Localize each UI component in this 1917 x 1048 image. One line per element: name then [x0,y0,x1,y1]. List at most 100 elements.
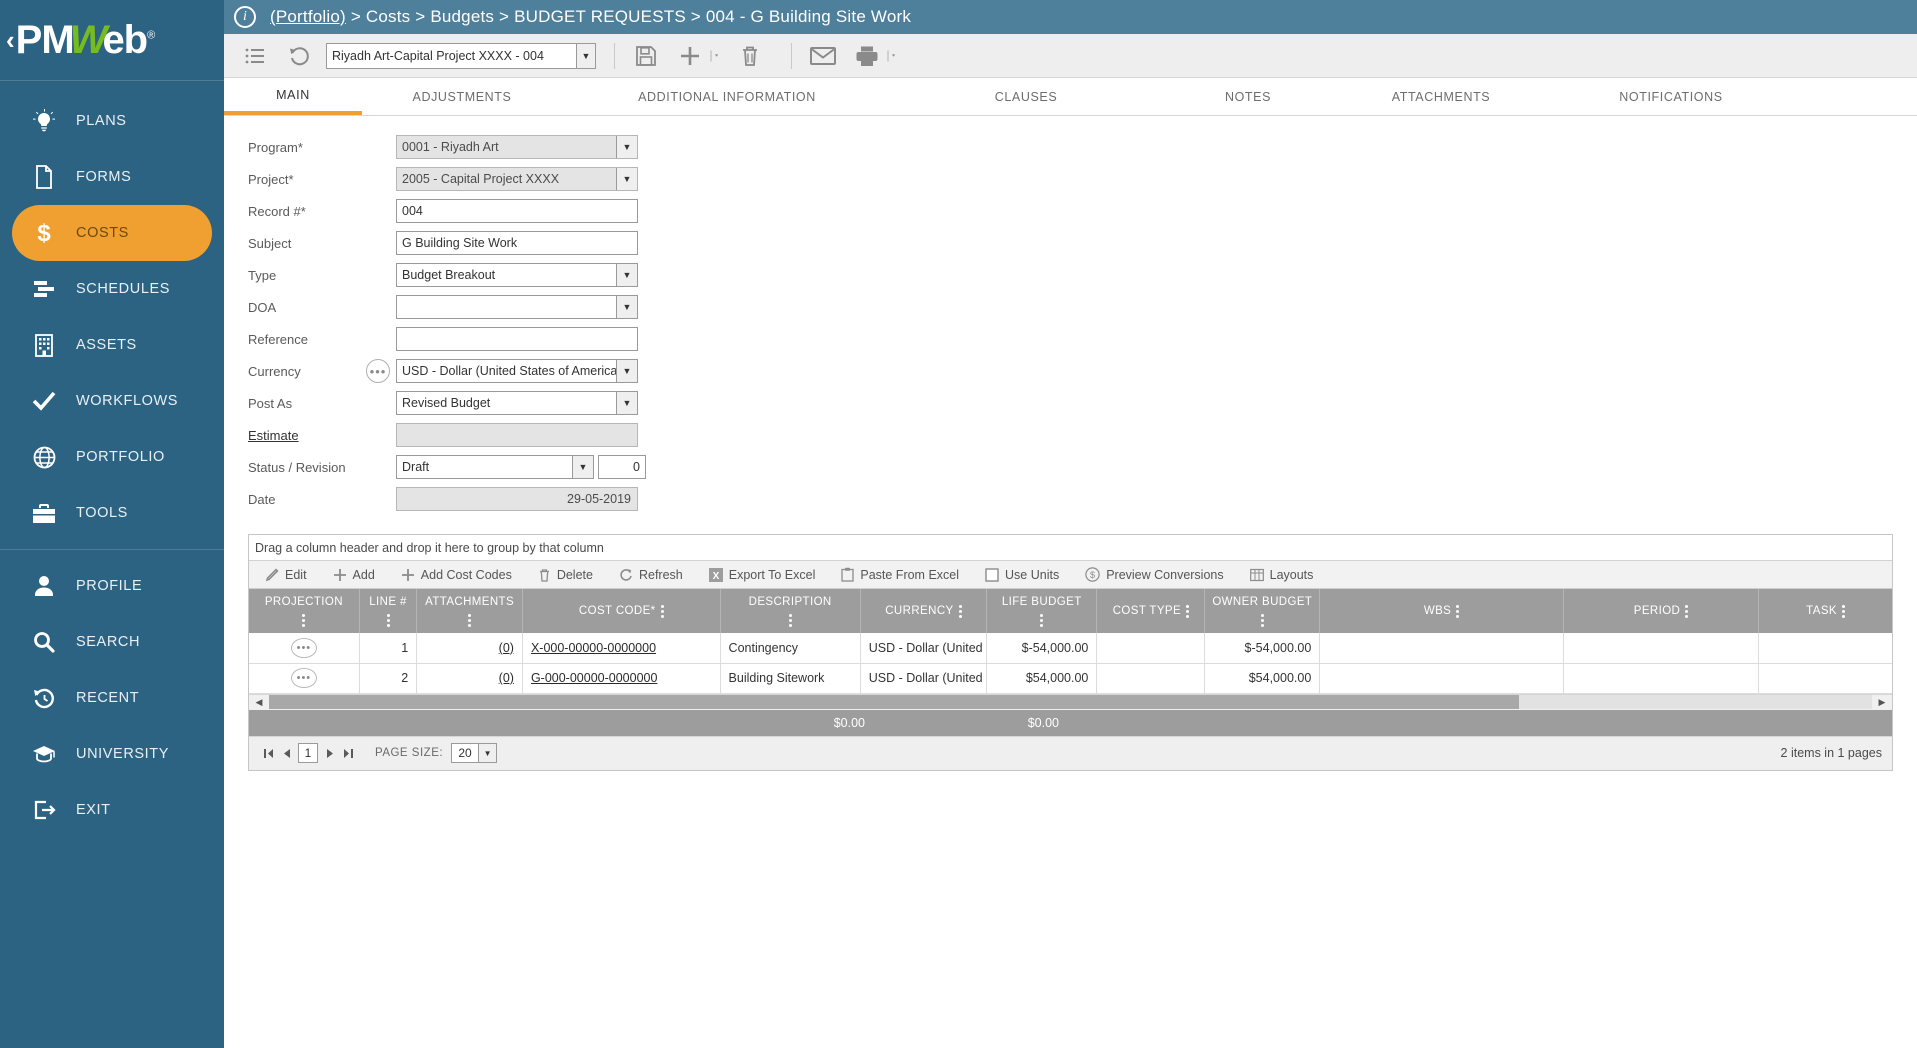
tab-additional-information[interactable]: ADDITIONAL INFORMATION [562,78,892,115]
envelope-icon[interactable] [806,39,840,73]
grid-edit-button[interactable]: Edit [265,568,307,582]
cell-cost-code[interactable]: G-000-00000-0000000 [522,663,720,693]
cell-projection[interactable]: ••• [249,663,359,693]
sidebar-item-workflows[interactable]: WORKFLOWS [12,373,212,429]
breadcrumb-part[interactable]: Budgets [430,7,494,26]
grid-layouts-button[interactable]: Layouts [1250,568,1314,582]
currency-select[interactable]: USD - Dollar (United States of America) … [396,359,638,383]
column-header-projection[interactable]: PROJECTION [249,589,359,633]
grid-add-button[interactable]: Add [333,568,375,582]
projection-menu-button[interactable]: ••• [291,638,317,658]
reference-input[interactable] [396,327,638,351]
revision-input[interactable]: 0 [598,455,646,479]
column-menu-icon[interactable] [1842,605,1845,618]
tab-clauses[interactable]: CLAUSES [892,78,1160,115]
column-menu-icon[interactable] [468,614,471,627]
column-menu-icon[interactable] [789,614,792,627]
grid-delete-button[interactable]: Delete [538,568,593,582]
tab-adjustments[interactable]: ADJUSTMENTS [362,78,562,115]
trash-icon[interactable] [733,39,767,73]
column-header-period[interactable]: PERIOD [1563,589,1758,633]
breadcrumb-root-link[interactable]: (Portfolio) [270,7,346,26]
status-select[interactable]: Draft ▼ [396,455,594,479]
currency-picker-button[interactable]: ••• [366,359,390,383]
add-dropdown-caret-icon[interactable] [707,46,723,66]
column-menu-icon[interactable] [1186,605,1189,618]
grid-paste-excel-button[interactable]: Paste From Excel [841,567,959,582]
column-header-cost-code[interactable]: COST CODE* [522,589,720,633]
date-input[interactable]: 29-05-2019 [396,487,638,511]
cost-code-link[interactable]: X-000-00000-0000000 [531,641,656,655]
column-header-currency[interactable]: CURRENCY [860,589,986,633]
column-header-wbs[interactable]: WBS [1320,589,1564,633]
page-number-button[interactable]: 1 [298,743,318,763]
table-row[interactable]: ••• 2 (0) G-000-00000-0000000 Building S… [249,663,1892,693]
sidebar-item-assets[interactable]: ASSETS [12,317,212,373]
project-select[interactable]: 2005 - Capital Project XXXX ▼ [396,167,638,191]
app-logo[interactable]: ‹ PMWeb® [0,0,224,80]
type-select[interactable]: Budget Breakout ▼ [396,263,638,287]
cell-projection[interactable]: ••• [249,633,359,663]
chevron-down-icon[interactable]: ▼ [572,456,593,478]
scrollbar-track[interactable] [269,695,1872,709]
cell-attachments[interactable]: (0) [417,633,523,663]
sidebar-item-tools[interactable]: TOOLS [12,485,212,541]
record-select[interactable]: Riyadh Art-Capital Project XXXX - 004 ▼ [326,43,596,69]
attachments-link[interactable]: (0) [499,641,514,655]
cell-cost-code[interactable]: X-000-00000-0000000 [522,633,720,663]
estimate-input[interactable] [396,423,638,447]
chevron-down-icon[interactable]: ▼ [616,168,637,190]
sidebar-item-recent[interactable]: RECENT [12,670,212,726]
scrollbar-thumb[interactable] [269,695,1519,709]
grid-use-units-checkbox[interactable]: Use Units [985,568,1059,582]
attachments-link[interactable]: (0) [499,671,514,685]
sidebar-item-plans[interactable]: PLANS [12,93,212,149]
previous-page-icon[interactable] [277,744,295,762]
sidebar-item-search[interactable]: SEARCH [12,614,212,670]
sidebar-item-university[interactable]: UNIVERSITY [12,726,212,782]
column-menu-icon[interactable] [387,614,390,627]
save-icon[interactable] [629,39,663,73]
column-menu-icon[interactable] [1685,605,1688,618]
info-icon[interactable]: i [234,6,256,28]
chevron-down-icon[interactable]: ▼ [479,743,497,763]
next-page-icon[interactable] [321,744,339,762]
chevron-down-icon[interactable]: ▼ [616,136,637,158]
sidebar-item-schedules[interactable]: SCHEDULES [12,261,212,317]
column-header-task[interactable]: TASK [1759,589,1892,633]
column-menu-icon[interactable] [302,614,305,627]
last-page-icon[interactable] [339,744,357,762]
grid-refresh-button[interactable]: Refresh [619,568,683,582]
column-header-owner-budget[interactable]: OWNER BUDGET [1205,589,1320,633]
column-header-attachments[interactable]: ATTACHMENTS [417,589,523,633]
first-page-icon[interactable] [259,744,277,762]
tab-attachments[interactable]: ATTACHMENTS [1336,78,1546,115]
scroll-right-icon[interactable]: ▶ [1872,697,1892,708]
sidebar-item-exit[interactable]: EXIT [12,782,212,838]
printer-icon[interactable] [850,39,884,73]
chevron-down-icon[interactable]: ▼ [616,264,637,286]
chevron-down-icon[interactable]: ▼ [616,392,637,414]
tab-main[interactable]: MAIN [224,78,362,115]
horizontal-scrollbar[interactable]: ◀ ▶ [249,694,1892,710]
sidebar-item-portfolio[interactable]: PORTFOLIO [12,429,212,485]
chevron-down-icon[interactable]: ▼ [576,44,595,68]
cell-attachments[interactable]: (0) [417,663,523,693]
column-header-life-budget[interactable]: LIFE BUDGET [987,589,1097,633]
record-number-input[interactable]: 004 [396,199,638,223]
doa-select[interactable]: ▼ [396,295,638,319]
estimate-label[interactable]: Estimate [248,428,396,443]
chevron-down-icon[interactable]: ▼ [616,296,637,318]
breadcrumb-part[interactable]: BUDGET REQUESTS [514,7,686,26]
table-row[interactable]: ••• 1 (0) X-000-00000-0000000 Contingenc… [249,633,1892,663]
scroll-left-icon[interactable]: ◀ [249,697,269,708]
sidebar-item-profile[interactable]: PROFILE [12,558,212,614]
column-menu-icon[interactable] [959,605,962,618]
chevron-down-icon[interactable]: ▼ [616,360,637,382]
sidebar-collapse-icon[interactable]: ‹ [6,27,15,53]
sidebar-item-forms[interactable]: FORMS [12,149,212,205]
cost-code-link[interactable]: G-000-00000-0000000 [531,671,658,685]
add-icon[interactable] [673,39,707,73]
breadcrumb-part[interactable]: Costs [366,7,410,26]
subject-input[interactable]: G Building Site Work [396,231,638,255]
